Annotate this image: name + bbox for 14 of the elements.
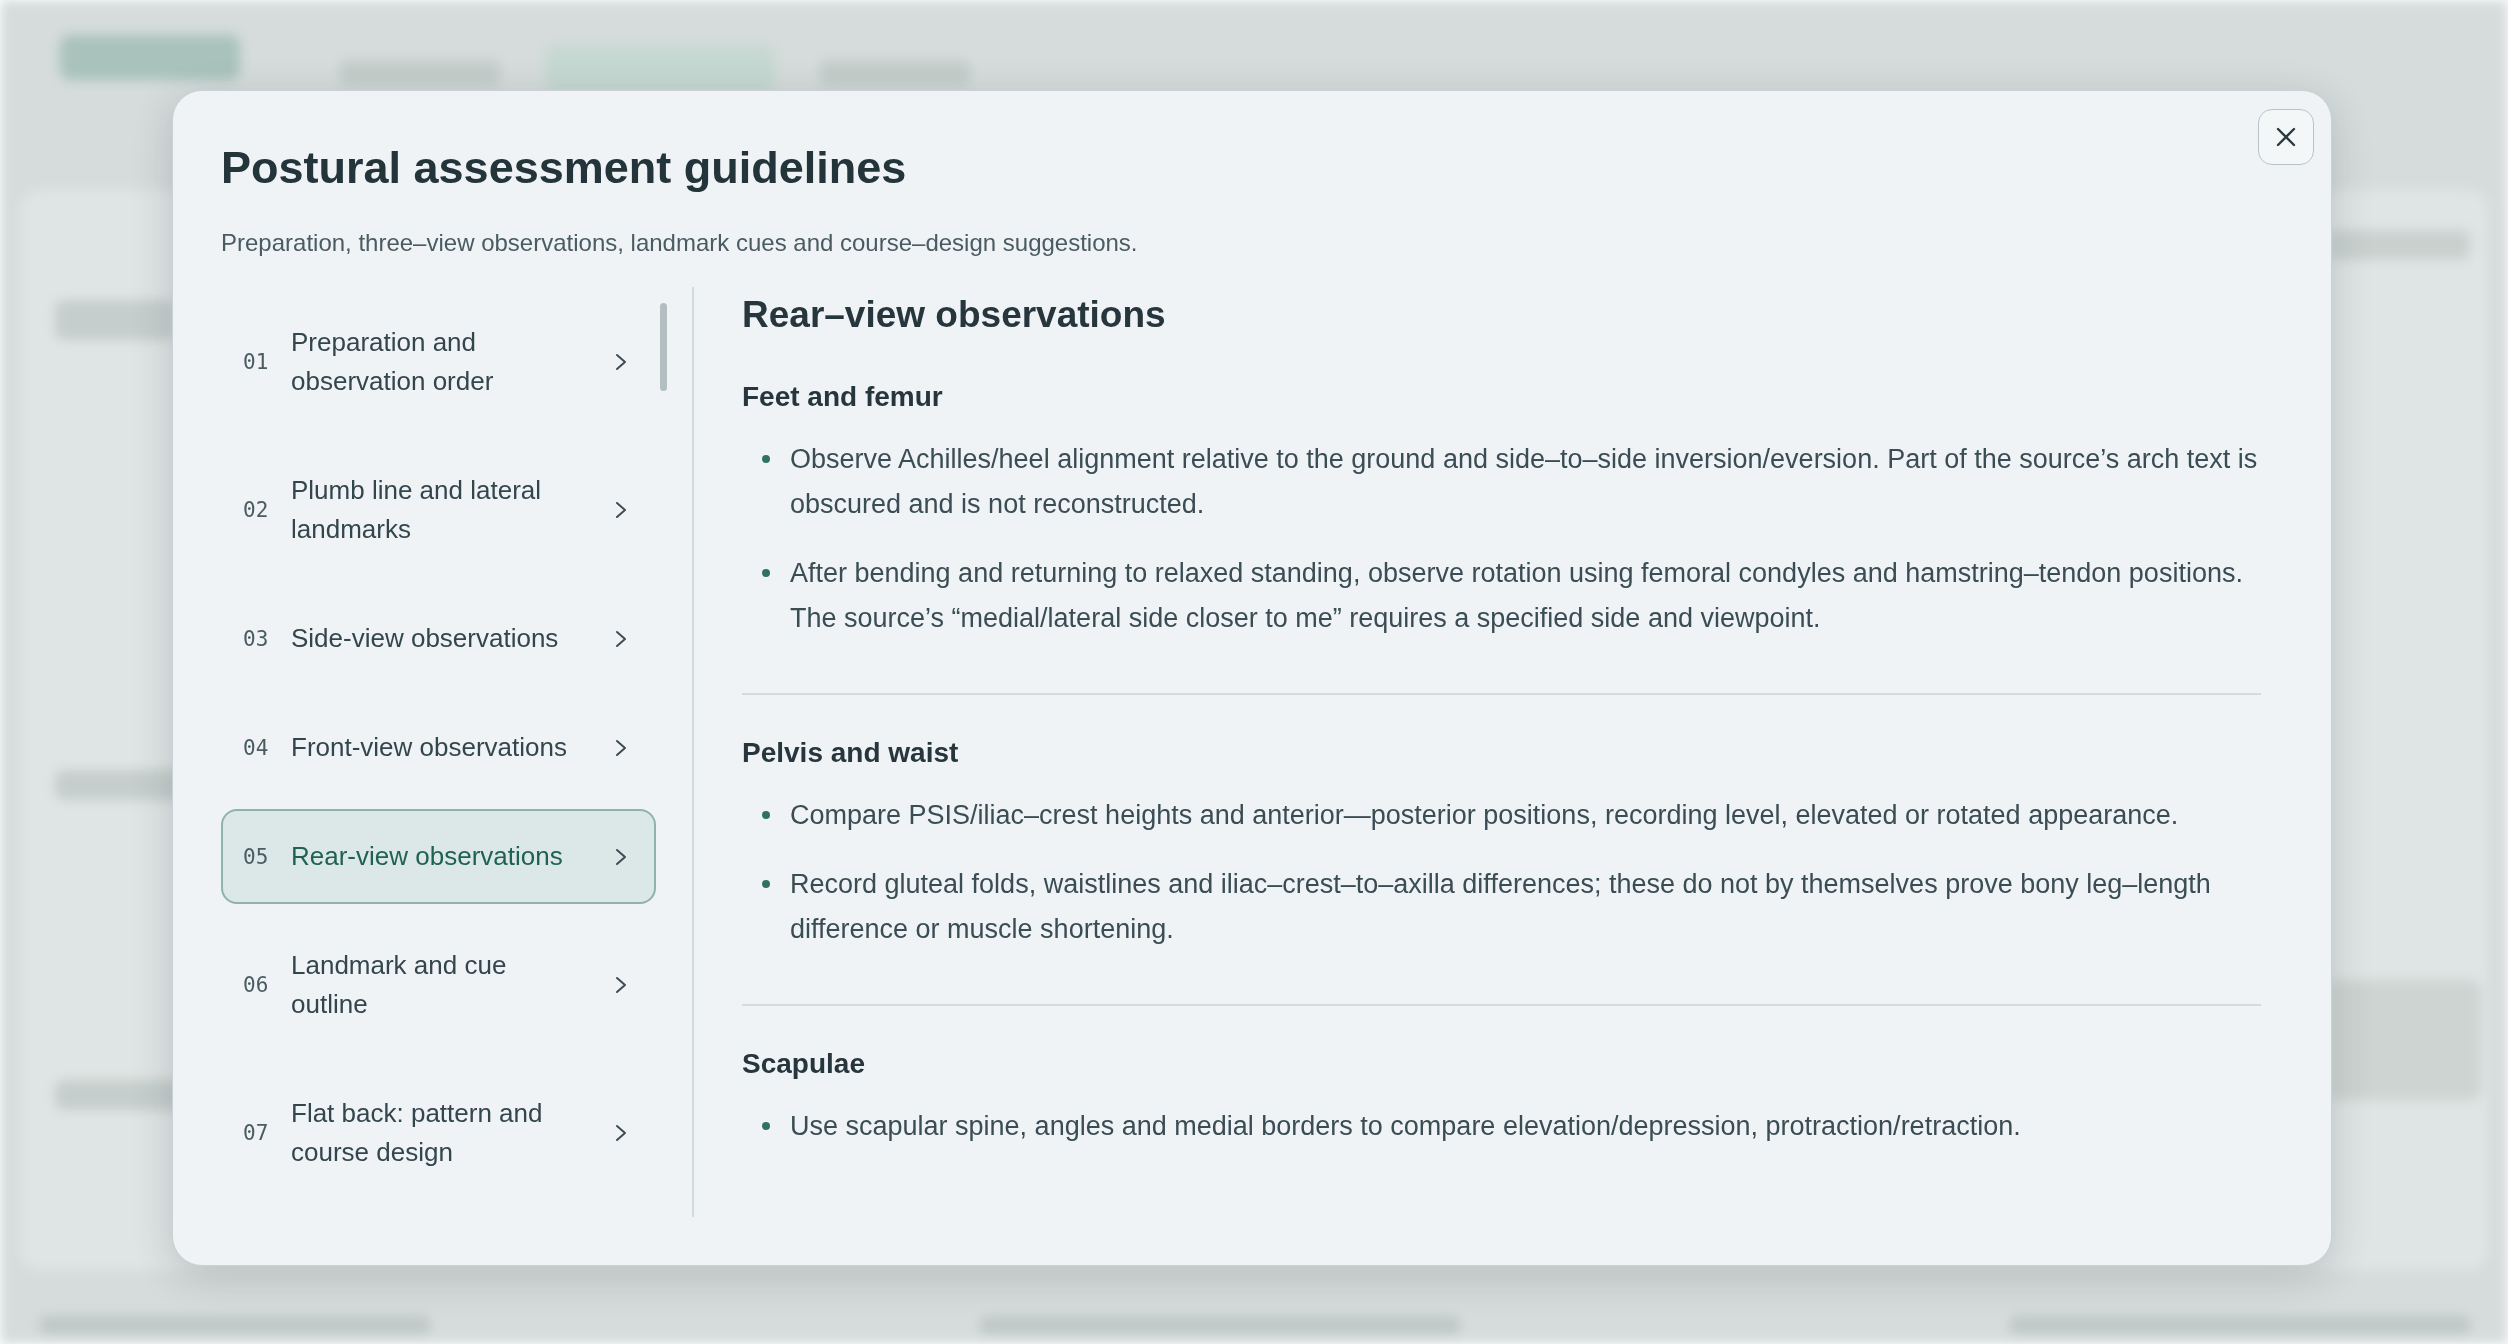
subsection-heading: Pelvis and waist <box>742 737 960 770</box>
bullet-text: Compare PSIS/iliac–crest heights and anterior—posterior positions, recording level, elevated or rotated appearance. <box>790 799 2179 833</box>
dialog-subtitle: Preparation, three–view observations, landmark cues and course–design suggestions. <box>221 229 1139 257</box>
subsection-heading: Scapulae <box>742 1048 866 1081</box>
bullet-text: After bending and returning to relaxed standing, observe rotation using femoral condyles and hamstring–tendon positions. The source’s “medial/lateral side closer to me” requires a specified side and viewpoint. <box>790 557 2244 636</box>
bullet-text: Use scapular spine, angles and medial borders to compare elevation/depression, protraction/retraction. <box>790 1110 2021 1144</box>
section-title: Rear–view observations <box>742 293 1167 337</box>
section-nav-item[interactable]: 05 Rear-view observations <box>221 809 656 904</box>
dialog-title: Postural assessment guidelines <box>221 141 908 195</box>
section-nav-item[interactable]: 04 Front-view observations <box>221 700 656 795</box>
subsection-heading: Feet and femur <box>742 381 944 414</box>
section-nav-item[interactable]: 03 Side-view observations <box>221 591 656 686</box>
bullet-text: Observe Achilles/heel alignment relative to the ground and side–to–side inversion/eversion. Part of the source’s arch text is obscured and is not reconstructed. <box>790 443 2259 522</box>
bullet-text: Record gluteal folds, waistlines and iliac–crest–to–axilla differences; these do not by themselves prove bony leg–length difference or muscle shortening. <box>790 868 2212 947</box>
